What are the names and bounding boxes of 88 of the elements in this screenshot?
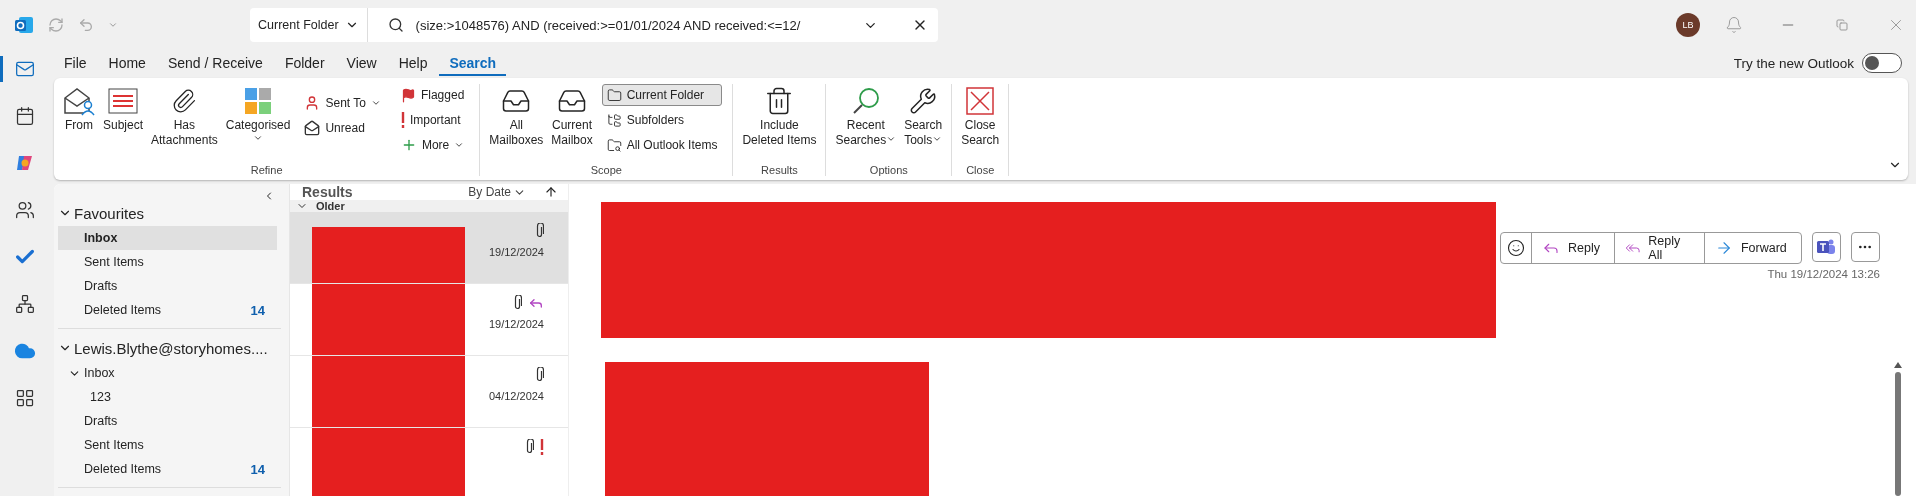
folder-icon	[606, 87, 622, 103]
folder-item[interactable]: Sent Items	[58, 250, 277, 274]
list-title: Results	[302, 184, 354, 200]
ribbon-button[interactable]: All Mailboxes	[486, 84, 547, 148]
ribbon-button[interactable]: Unread	[299, 117, 386, 139]
menu-tab[interactable]: Help	[388, 50, 438, 76]
folder-item[interactable]: Deleted Items 14	[58, 298, 277, 322]
toggle-label: Try the new Outlook	[1733, 55, 1854, 71]
message-row[interactable]: 19/12/2024	[290, 212, 568, 284]
ribbon-button[interactable]: Has Attachments	[148, 84, 221, 148]
folder-item[interactable]: Inbox	[58, 226, 277, 250]
menu-tab[interactable]: Home	[98, 50, 156, 76]
tools-icon	[909, 87, 938, 115]
message-date: 19/12/2024	[488, 318, 544, 330]
document-lines-icon	[108, 88, 138, 114]
received-time: Thu 19/12/2024 13:26	[1767, 268, 1880, 280]
scope-dropdown[interactable]: Current Folder	[250, 8, 368, 42]
folder-stack-icon	[606, 137, 622, 153]
ribbon-button[interactable]: Subfolders	[601, 109, 723, 131]
toggle-switch[interactable]	[1862, 53, 1902, 73]
folder-item[interactable]: Inbox	[58, 361, 277, 385]
folder-tree-icon	[606, 112, 622, 128]
folder-section-header[interactable]: Lewis.Blythe@storyhomes....	[58, 335, 281, 361]
org-chart-icon[interactable]	[14, 294, 35, 314]
scrollbar[interactable]	[1892, 362, 1904, 496]
paperclip-icon	[171, 88, 198, 114]
unread-count: 14	[250, 302, 265, 318]
color-squares-icon	[244, 87, 273, 115]
ribbon-button[interactable]: More	[395, 134, 470, 156]
ribbon-button[interactable]: Subject	[100, 84, 147, 133]
ribbon-button[interactable]: Search Tools	[901, 84, 946, 148]
smiley-icon	[1507, 239, 1525, 257]
calendar-icon[interactable]	[14, 106, 35, 126]
menu-tab[interactable]: Search	[439, 50, 507, 76]
ribbon-button[interactable]: Sent To	[299, 92, 386, 114]
envelope-person-icon	[63, 86, 95, 116]
folder-item[interactable]: 123	[58, 385, 277, 409]
ribbon-button[interactable]: Close Search	[958, 84, 1003, 148]
ribbon-button[interactable]: Flagged	[395, 84, 470, 106]
exclamation-icon	[400, 112, 405, 128]
people-icon[interactable]	[14, 200, 35, 220]
unread-count: 14	[250, 461, 265, 477]
folder-item[interactable]: Sent Items	[58, 433, 277, 457]
folder-item[interactable]: Deleted Items 14	[58, 457, 277, 481]
folder-item[interactable]: Drafts	[58, 274, 277, 298]
ribbon-button[interactable]: All Outlook Items	[601, 134, 723, 156]
avatar[interactable]: LB	[1676, 13, 1700, 37]
ribbon-button[interactable]: Recent Searches	[832, 84, 900, 148]
outlook-logo-icon	[14, 15, 34, 35]
action-button[interactable]: Reply	[1531, 233, 1614, 263]
menu-tab[interactable]: View	[336, 50, 387, 76]
message-row[interactable]: 19/12/2024	[290, 284, 568, 356]
apps-icon[interactable]	[14, 388, 35, 408]
folder-item[interactable]: Drafts	[58, 409, 277, 433]
close-search-icon	[966, 87, 995, 115]
group-label: Results	[760, 163, 799, 176]
ribbon-button[interactable]: Current Mailbox	[548, 84, 596, 148]
open-envelope-icon	[304, 120, 321, 136]
search-icon	[387, 17, 404, 33]
mail-icon[interactable]	[14, 59, 35, 79]
ribbon-button[interactable]: Important	[395, 109, 470, 131]
group-label: Options	[868, 163, 909, 176]
ribbon-button[interactable]: Current Folder	[601, 84, 723, 106]
message-date: 04/12/2024	[488, 390, 544, 402]
more-button[interactable]	[1850, 232, 1880, 262]
menu-tab[interactable]: Send / Receive	[157, 50, 273, 76]
group-label: Close	[965, 163, 996, 176]
action-button[interactable]: Reply All	[1613, 233, 1704, 263]
exclamation-icon	[540, 439, 544, 455]
ribbon-button[interactable]: Categorised	[222, 84, 294, 143]
group-header[interactable]: Older	[290, 200, 568, 212]
teams-icon	[1816, 238, 1837, 256]
message-row[interactable]: 04/12/2024	[290, 356, 568, 428]
group-label: Scope	[589, 163, 623, 176]
ribbon-button[interactable]: Include Deleted Items	[739, 84, 820, 148]
group-label: Refine	[249, 163, 284, 176]
scroll-up-arrow-icon[interactable]	[1894, 362, 1902, 368]
search-field[interactable]: (size:>1048576) AND (received:>=01/01/2024 AND received:<=12/	[367, 8, 938, 42]
ribbon-button[interactable]: From	[60, 84, 98, 133]
teams-button[interactable]	[1811, 232, 1841, 262]
message-date: 19/12/2024	[488, 246, 544, 258]
menu-tab[interactable]: Folder	[274, 50, 335, 76]
folder-section-header[interactable]: Favourites	[58, 200, 281, 226]
copilot-icon	[14, 153, 35, 173]
flag-icon	[400, 87, 416, 103]
sort-dropdown[interactable]: By Date	[468, 185, 526, 199]
action-button[interactable]: Forward	[1703, 233, 1801, 263]
menu-tab[interactable]: File	[54, 50, 97, 76]
